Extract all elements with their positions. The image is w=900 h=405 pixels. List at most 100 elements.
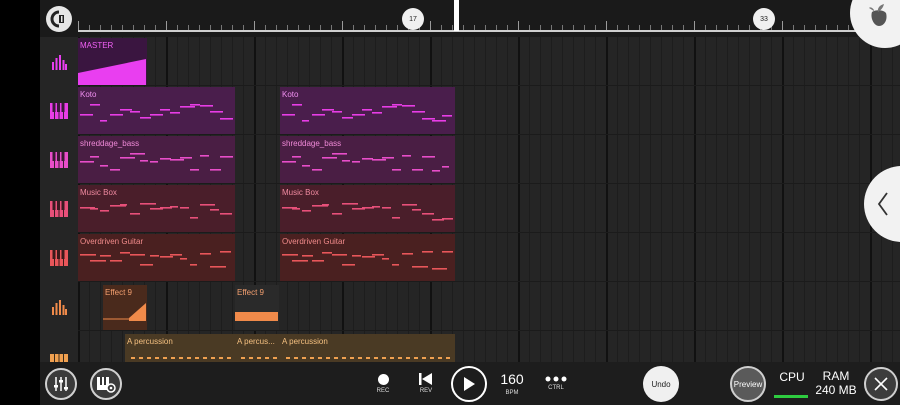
percussion-hit — [257, 357, 261, 359]
note — [210, 169, 221, 171]
clip-master[interactable]: MASTER — [78, 38, 147, 85]
note — [170, 254, 182, 256]
percussion-hit — [286, 357, 290, 359]
clip-percussion-2[interactable]: A percus... — [235, 334, 280, 362]
percussion-hit — [219, 357, 223, 359]
play-button[interactable] — [451, 366, 487, 402]
timeline-tick — [518, 21, 519, 30]
note — [110, 260, 122, 262]
timeline-tick — [463, 25, 464, 30]
note-pattern — [80, 104, 233, 122]
note-pattern — [80, 153, 233, 171]
note-pattern — [282, 153, 449, 172]
playhead[interactable] — [454, 0, 459, 31]
mixer-meter-icon — [52, 54, 67, 70]
note — [442, 251, 453, 253]
note — [200, 155, 209, 157]
note — [180, 207, 189, 209]
piano-keys-icon — [50, 249, 68, 266]
percussion-hit — [241, 357, 245, 359]
timeline-tick — [298, 25, 299, 30]
record-button[interactable]: REC — [363, 362, 403, 405]
note — [412, 169, 423, 171]
note — [422, 118, 435, 120]
note — [342, 160, 350, 162]
close-button[interactable] — [864, 367, 898, 401]
note — [140, 264, 153, 266]
note — [432, 120, 446, 122]
track-icon-music-box[interactable] — [40, 184, 78, 233]
left-edge — [0, 0, 40, 405]
clip-music-box-2[interactable]: Music Box — [280, 185, 455, 232]
note — [120, 157, 135, 159]
note — [190, 217, 198, 219]
note — [322, 252, 332, 254]
clip-koto-1[interactable]: Koto — [78, 87, 235, 134]
note — [110, 169, 120, 171]
percussion-hit — [366, 357, 370, 359]
percussion-hit — [171, 357, 175, 359]
instrument-settings-button[interactable] — [90, 368, 122, 400]
timeline-tick — [650, 25, 651, 30]
note — [382, 207, 391, 209]
preview-button[interactable]: Preview — [730, 366, 766, 402]
timeline-tick — [474, 25, 475, 30]
clip-music-box-1[interactable]: Music Box — [78, 185, 235, 232]
grid-rowline — [78, 183, 900, 184]
percussion-hit — [187, 357, 191, 359]
note — [442, 115, 452, 117]
note — [220, 213, 232, 215]
percussion-hit — [446, 357, 450, 359]
track-icon-overdriven-guitar[interactable] — [40, 233, 78, 282]
timeline-ruler[interactable]: 17 33 — [40, 0, 900, 37]
timeline-tick — [727, 25, 728, 30]
timeline-tick — [386, 25, 387, 30]
note — [90, 260, 106, 262]
clip-overdriven-guitar-1[interactable]: Overdriven Guitar — [78, 234, 235, 281]
note — [100, 165, 108, 167]
note — [282, 114, 295, 116]
timeline-tick — [265, 25, 266, 30]
note — [422, 156, 435, 158]
clip-koto-2[interactable]: Koto — [280, 87, 455, 134]
clip-percussion-3[interactable]: A percussion — [280, 334, 455, 362]
timeline-tick — [199, 25, 200, 30]
percussion-hit — [131, 357, 135, 359]
clip-overdriven-guitar-2[interactable]: Overdriven Guitar — [280, 234, 455, 281]
timeline-tick — [485, 25, 486, 30]
piano-keys-icon — [50, 102, 68, 119]
track-icon-effect-9[interactable] — [40, 282, 78, 331]
clip-shreddage-bass-2[interactable]: shreddage_bass — [280, 136, 455, 183]
track-icon-koto[interactable] — [40, 86, 78, 135]
bar-marker-17[interactable]: 17 — [402, 8, 424, 30]
clip-percussion-1[interactable]: A percussion — [125, 334, 235, 362]
timeline-tick — [210, 25, 211, 30]
note — [382, 258, 389, 260]
note — [190, 264, 197, 266]
note-pattern — [282, 104, 452, 122]
mixer-button[interactable] — [45, 368, 77, 400]
ctrl-button[interactable]: CTRL — [536, 362, 576, 405]
note-pattern — [80, 251, 231, 268]
menu-logo-icon — [50, 10, 64, 28]
fl-menu-button[interactable] — [46, 6, 72, 32]
clip-effect-9-2[interactable]: Effect 9 — [235, 285, 279, 330]
track-icon-master[interactable] — [40, 37, 78, 86]
undo-button[interactable]: Undo — [643, 366, 679, 402]
tempo-control[interactable]: 160 BPM — [492, 362, 532, 405]
note — [352, 114, 365, 116]
timeline-tick — [529, 25, 530, 30]
clip-effect-9-1[interactable]: Effect 9 — [103, 285, 147, 330]
timeline-tick — [287, 25, 288, 30]
note — [312, 114, 325, 116]
note-pattern — [80, 203, 232, 219]
track-icon-shreddage-bass[interactable] — [40, 135, 78, 184]
bar-marker-33[interactable]: 33 — [753, 8, 775, 30]
clip-shreddage-bass-1[interactable]: shreddage_bass — [78, 136, 235, 183]
rewind-button[interactable]: REV — [406, 362, 446, 405]
automation-ramp — [78, 59, 146, 85]
timeline-tick — [551, 25, 552, 30]
chevron-left-icon — [877, 192, 888, 216]
note — [422, 213, 434, 215]
note — [292, 208, 300, 210]
